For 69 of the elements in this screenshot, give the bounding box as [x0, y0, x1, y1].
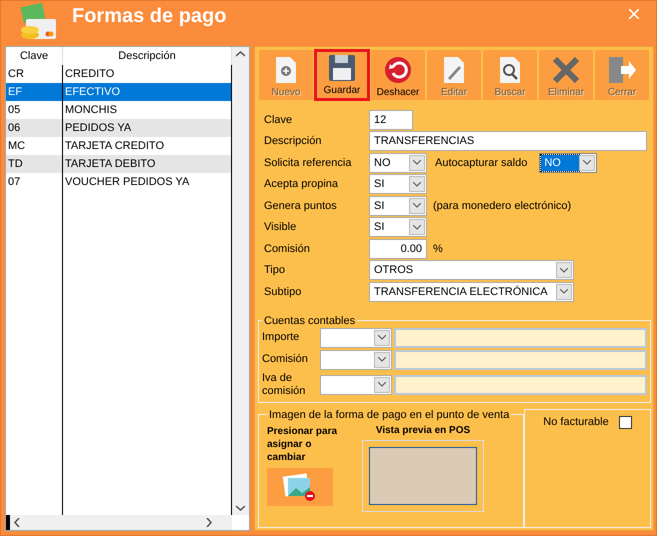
- account-field[interactable]: [394, 350, 647, 370]
- table-cell[interactable]: CREDITO: [63, 65, 232, 83]
- dropdown[interactable]: NO: [369, 152, 427, 173]
- search-icon: [499, 56, 521, 84]
- dropdown[interactable]: [320, 374, 392, 394]
- dropdown[interactable]: [320, 350, 392, 370]
- window-title: Formas de pago: [72, 5, 228, 28]
- table-cell[interactable]: MONCHIS: [63, 101, 232, 119]
- field-label: Clave: [264, 114, 294, 126]
- scroll-left-icon: [14, 518, 20, 527]
- image-button[interactable]: [267, 468, 333, 506]
- field-note: (para monedero electrónico): [433, 200, 572, 212]
- horizontal-scrollbar[interactable]: [6, 515, 232, 530]
- undo-icon: [384, 56, 412, 84]
- field-label: Acepta propina: [264, 178, 339, 190]
- dropdown[interactable]: TRANSFERENCIA ELECTRÓNICA: [369, 282, 574, 302]
- field-label: Comisión: [264, 242, 311, 255]
- input-field[interactable]: 12: [369, 110, 413, 130]
- table-cell[interactable]: TARJETA DEBITO: [63, 155, 232, 173]
- field-label: Tipo: [264, 264, 286, 276]
- field-label: Genera puntos: [264, 200, 338, 212]
- table-cell[interactable]: TARJETA CREDITO: [63, 137, 232, 155]
- table-cell[interactable]: 06: [6, 119, 63, 137]
- input-field[interactable]: TRANSFERENCIAS: [369, 131, 647, 152]
- scroll-right-icon: [206, 518, 212, 527]
- toolbar-button[interactable]: Guardar: [314, 49, 370, 101]
- close-icon: [629, 9, 639, 19]
- table-cell[interactable]: PEDIDOS YA: [63, 119, 232, 137]
- table-cell[interactable]: CR: [6, 65, 63, 83]
- scroll-up-icon: [236, 51, 245, 57]
- table-cell[interactable]: VOUCHER PEDIDOS YA: [63, 173, 232, 191]
- table-cell[interactable]: TD: [6, 155, 63, 173]
- image-remove-icon: [282, 472, 318, 502]
- dropdown[interactable]: SI: [369, 217, 427, 238]
- input-field[interactable]: 0.00: [369, 238, 427, 259]
- group-title: Imagen de la forma de pago en el punto de venta: [268, 408, 510, 420]
- table-cell[interactable]: MC: [6, 137, 63, 155]
- x-icon: [552, 56, 580, 84]
- field-label: Comisión: [262, 353, 309, 366]
- table-cell[interactable]: EFECTIVO: [63, 83, 232, 101]
- dropdown[interactable]: SI: [369, 196, 427, 216]
- field-label: Descripción: [264, 135, 322, 148]
- field-label: Solicita referencia: [264, 156, 352, 169]
- field-label: Importe: [262, 331, 300, 344]
- field-label: Subtipo: [264, 286, 302, 298]
- toolbar-button[interactable]: Deshacer: [370, 49, 426, 101]
- field-label: Visible: [264, 221, 298, 234]
- account-field[interactable]: [394, 328, 647, 348]
- scroll-down-icon: [236, 505, 245, 511]
- dropdown[interactable]: NO: [539, 152, 598, 173]
- exit-door-icon: [607, 56, 637, 84]
- preview-label: Vista previa en POS: [376, 424, 470, 436]
- dropdown[interactable]: SI: [369, 174, 427, 194]
- group-title: Cuentas contables: [263, 314, 356, 326]
- account-field[interactable]: [394, 374, 647, 394]
- dropdown[interactable]: OTROS: [369, 260, 574, 280]
- checkbox-label: No facturable: [543, 416, 609, 428]
- edit-document-icon: [443, 56, 465, 84]
- field-note: %: [433, 242, 443, 255]
- table-cell[interactable]: 07: [6, 173, 63, 191]
- hint-text: Presionar para asignar o cambiar: [267, 424, 338, 464]
- table-cell[interactable]: EF: [6, 83, 63, 101]
- checkbox[interactable]: [618, 416, 632, 428]
- dropdown[interactable]: [320, 328, 392, 348]
- field-label: Autocapturar saldo: [435, 156, 528, 169]
- field-label: Iva de comisión: [262, 372, 306, 398]
- vertical-scrollbar[interactable]: [232, 47, 249, 515]
- table-cell[interactable]: 05: [6, 101, 63, 119]
- new-document-icon: [275, 56, 297, 84]
